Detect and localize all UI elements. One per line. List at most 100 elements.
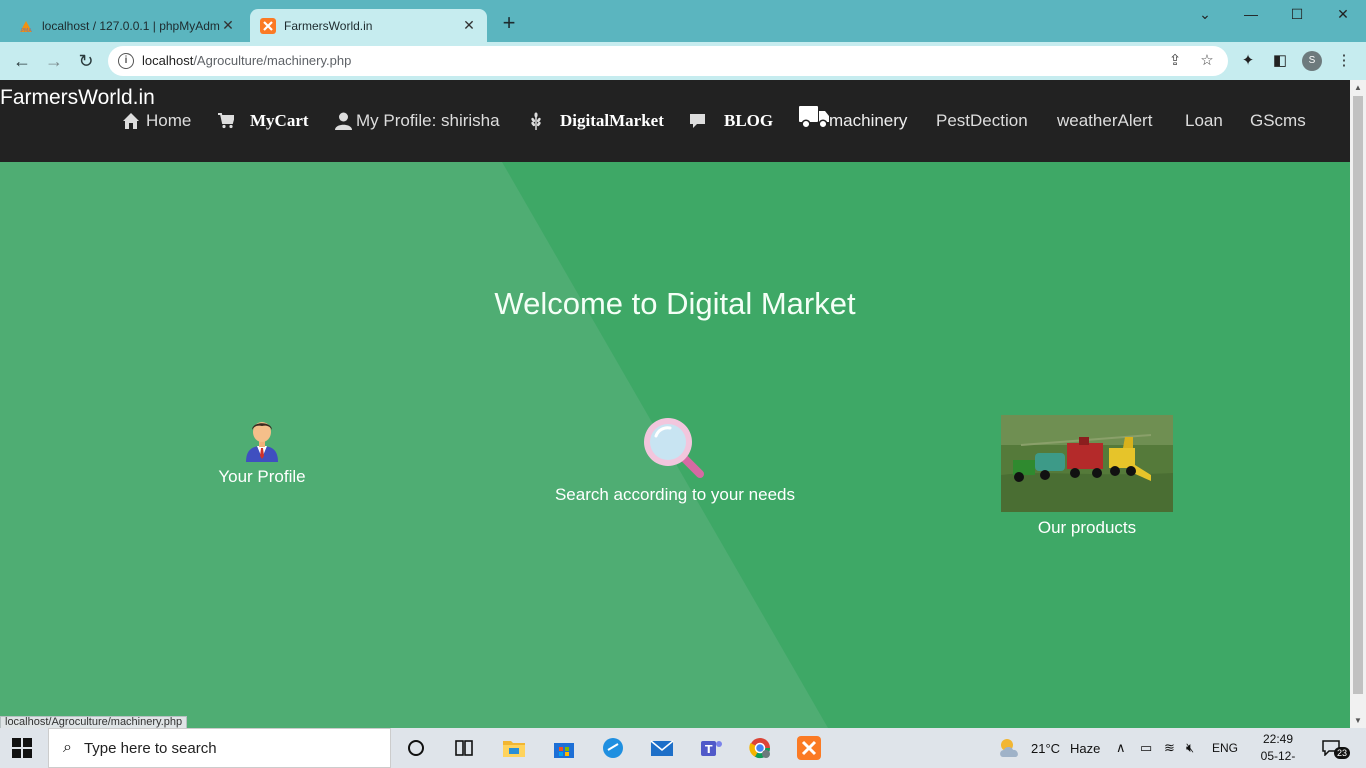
nav-pestdection-label: PestDection (936, 111, 1028, 130)
card-your-profile[interactable]: Your Profile (200, 418, 324, 487)
nav-gscms[interactable]: GScms (1250, 108, 1306, 134)
scroll-up-arrow-icon[interactable]: ▲ (1353, 83, 1363, 92)
magnifier-icon (644, 418, 704, 478)
svg-text:PMA: PMA (21, 28, 32, 34)
tab-title: FarmersWorld.in (284, 18, 373, 33)
scroll-down-arrow-icon[interactable]: ▼ (1353, 716, 1363, 725)
xampp-taskbar-icon[interactable] (795, 734, 823, 762)
card-our-products[interactable]: Our products (1001, 415, 1173, 538)
nav-weatheralert[interactable]: weatherAlert (1057, 108, 1152, 134)
xampp-icon (260, 17, 276, 34)
url-host: localhost (142, 53, 194, 68)
card-search-label: Search according to your needs (554, 485, 796, 504)
chrome-icon[interactable] (746, 734, 774, 762)
share-icon[interactable]: ⇪ (1166, 52, 1184, 70)
card-search[interactable]: Search according to your needs (545, 414, 805, 505)
microsoft-store-icon[interactable] (550, 734, 578, 762)
edge-icon[interactable] (599, 734, 627, 762)
file-explorer-icon[interactable] (500, 734, 528, 762)
nav-home-label: Home (146, 111, 192, 130)
tractors-image (1001, 415, 1173, 512)
scrollbar-thumb[interactable] (1353, 96, 1363, 694)
page-title: Welcome to Digital Market (494, 286, 856, 321)
notification-count-badge: 23 (1334, 747, 1351, 759)
tray-overflow-chevron-icon[interactable]: ∧ (1116, 728, 1126, 768)
nav-home[interactable]: Home (122, 108, 191, 134)
minimize-button[interactable]: — (1228, 6, 1274, 26)
svg-text:T: T (705, 743, 713, 756)
new-tab-button[interactable]: + (498, 12, 520, 34)
language-indicator[interactable]: ENG (1212, 728, 1238, 768)
cart-icon (218, 113, 234, 129)
page-hero: Welcome to Digital Market Your Profile S… (0, 162, 1350, 728)
extensions-puzzle-icon[interactable]: ✦ (1239, 52, 1257, 70)
comment-icon (690, 114, 705, 128)
nav-blog[interactable]: BLOG (689, 108, 773, 134)
volume-muted-icon[interactable]: 🔇︎ (1186, 728, 1194, 768)
nav-loan[interactable]: Loan (1185, 108, 1223, 134)
cloud-sun-icon (1000, 739, 1018, 757)
menu-kebab-icon[interactable]: ⋮ (1335, 52, 1353, 70)
nav-weatheralert-label: weatherAlert (1057, 111, 1153, 130)
search-icon: ⌕ (63, 739, 72, 756)
tab-farmersworld[interactable]: FarmersWorld.in ✕ (250, 9, 487, 42)
page-scrollbar[interactable]: ▲ ▼ (1350, 80, 1366, 728)
nav-machinery[interactable]: machinery (799, 106, 908, 134)
nav-mycart-label: MyCart (250, 111, 309, 130)
site-brand[interactable]: FarmersWorld.in (0, 86, 155, 110)
forward-button[interactable]: → (43, 50, 65, 72)
task-view-icon[interactable] (450, 734, 478, 762)
card-your-profile-label: Your Profile (218, 467, 306, 486)
windows-start-icon[interactable] (12, 738, 32, 758)
card-our-products-label: Our products (1037, 518, 1137, 537)
url-text: localhost/Agroculture/machinery.php (142, 53, 351, 68)
clock-date: 05-12-2022 (1260, 749, 1296, 768)
home-icon (123, 113, 139, 129)
cortana-icon[interactable] (402, 734, 430, 762)
nav-mycart[interactable]: MyCart (218, 108, 309, 134)
user-icon (335, 112, 352, 130)
reload-button[interactable]: ↻ (75, 50, 97, 72)
side-panel-icon[interactable]: ◧ (1271, 52, 1289, 70)
wifi-icon[interactable]: ≋ (1164, 728, 1175, 768)
weather-widget[interactable]: 21°C Haze (997, 728, 1100, 768)
nav-blog-label: BLOG (724, 111, 774, 130)
businessman-icon (246, 422, 278, 462)
grain-icon (531, 112, 541, 130)
tab-close-icon[interactable]: ✕ (461, 17, 477, 34)
weather-temp: 21°C (1031, 740, 1061, 756)
taskbar-search-placeholder: Type here to search (83, 739, 217, 757)
truck-icon (799, 106, 829, 129)
site-navbar: FarmersWorld.in Home MyCart My Profile: … (0, 80, 1350, 162)
maximize-button[interactable]: ☐ (1274, 6, 1320, 26)
taskbar-search-box[interactable]: ⌕ Type here to search (48, 728, 391, 768)
teams-icon[interactable]: T (697, 734, 725, 762)
link-status-bubble: localhost/Agroculture/machinery.php (0, 716, 188, 728)
tab-title: localhost / 127.0.0.1 | phpMyAdmin (42, 18, 220, 33)
nav-machinery-label: machinery (829, 111, 908, 130)
nav-gscms-label: GScms (1250, 111, 1306, 130)
site-info-icon[interactable]: i (118, 53, 134, 69)
tab-phpmyadmin[interactable]: PMA localhost / 127.0.0.1 | phpMyAdmin ✕ (8, 9, 246, 42)
tab-search-chevron-icon[interactable]: ⌄ (1182, 6, 1228, 26)
battery-icon[interactable]: ▭ (1140, 728, 1152, 768)
close-window-button[interactable]: ✕ (1320, 6, 1366, 26)
nav-pestdection[interactable]: PestDection (936, 108, 1028, 134)
mail-icon[interactable] (648, 734, 676, 762)
nav-profile[interactable]: My Profile: shirisha (335, 108, 500, 134)
bookmark-star-icon[interactable]: ☆ (1198, 52, 1216, 70)
nav-digitalmarket[interactable]: DigitalMarket (530, 108, 664, 134)
tab-close-icon[interactable]: ✕ (220, 17, 236, 34)
phpmyadmin-icon: PMA (20, 20, 32, 34)
back-button[interactable]: ← (11, 50, 33, 72)
windows-taskbar: ⌕ Type here to search T 21°C Haze ∧ ▭ ≋ … (0, 728, 1366, 768)
nav-profile-label: My Profile: shirisha (356, 111, 500, 130)
weather-text: Haze (1070, 740, 1101, 756)
profile-avatar[interactable]: S (1302, 51, 1322, 71)
clock-time: 22:49 (1262, 732, 1294, 746)
taskbar-clock[interactable]: 22:49 05-12-2022 (1248, 731, 1308, 768)
url-path: /Agroculture/machinery.php (193, 53, 352, 68)
browser-tabstrip: PMA localhost / 127.0.0.1 | phpMyAdmin ✕… (0, 0, 1366, 42)
notification-center[interactable]: 23 (1322, 728, 1351, 768)
address-bar[interactable]: i localhost/Agroculture/machinery.php ⇪ … (108, 46, 1228, 76)
